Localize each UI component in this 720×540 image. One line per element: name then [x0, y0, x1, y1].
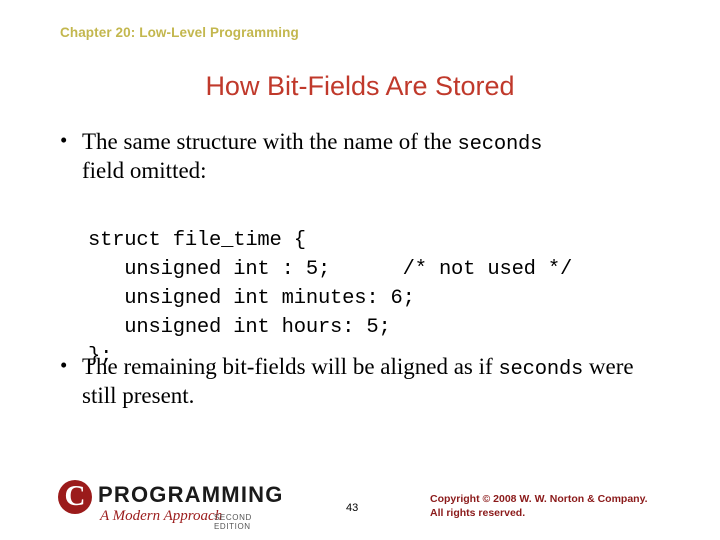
copyright-line-2: All rights reserved.	[430, 506, 526, 519]
bullet-1-text-part1: The same structure with the name of the	[82, 129, 458, 154]
code-block: struct file_time { unsigned int : 5; /* …	[88, 229, 573, 369]
slide-footer: C PROGRAMMING A Modern Approach SECOND E…	[0, 470, 720, 540]
page-title: How Bit-Fields Are Stored	[205, 71, 515, 101]
bullet-marker: •	[60, 128, 68, 152]
bullet-marker: •	[60, 353, 68, 377]
logo-title: PROGRAMMING	[98, 482, 284, 507]
slide: Chapter 20: Low-Level Programming How Bi…	[0, 0, 720, 540]
bullet-2-text-part1: The remaining bit-fields will be aligned…	[82, 354, 499, 379]
bullet-1-text-part2: field omitted:	[82, 158, 207, 183]
bullet-1-code-term: seconds	[457, 133, 543, 156]
book-logo: C PROGRAMMING A Modern Approach SECOND E…	[58, 480, 282, 531]
bullet-2-code-term: seconds	[498, 358, 584, 381]
copyright-notice: Copyright © 2008 W. W. Norton & Company.…	[430, 492, 700, 520]
logo-subtitle: A Modern Approach	[100, 508, 223, 524]
page-number: 43	[346, 502, 359, 514]
logo-edition: SECOND EDITION	[214, 513, 252, 531]
logo-c-icon: C	[58, 480, 92, 514]
bullet-item-1: • The same structure with the name of the…	[60, 128, 582, 185]
chapter-header: Chapter 20: Low-Level Programming	[60, 25, 299, 40]
bullet-item-2: • The remaining bit-fields will be aligne…	[60, 353, 642, 410]
copyright-line-1: Copyright © 2008 W. W. Norton & Company.	[430, 492, 648, 505]
